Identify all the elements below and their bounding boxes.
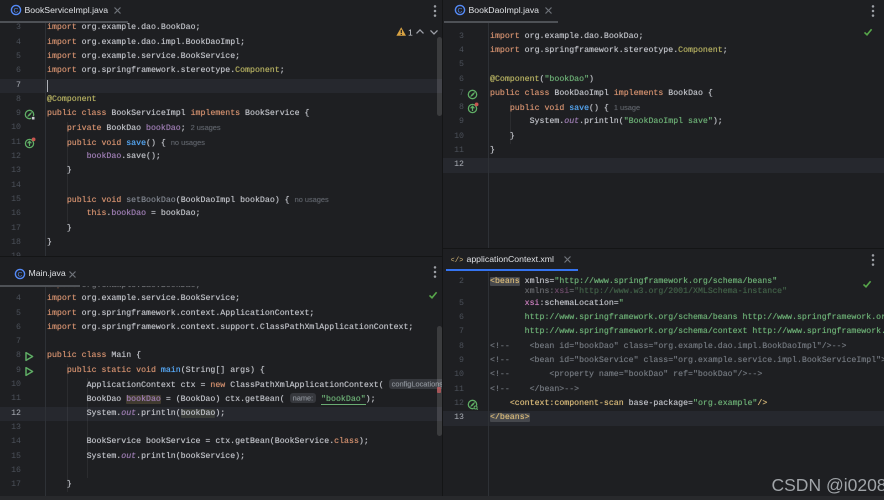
svg-text:C: C: [17, 271, 22, 278]
svg-text:</>: </>: [451, 257, 463, 265]
svg-text:1: 1: [408, 27, 413, 37]
svg-text:C: C: [13, 7, 18, 14]
svg-text:C: C: [457, 7, 462, 14]
